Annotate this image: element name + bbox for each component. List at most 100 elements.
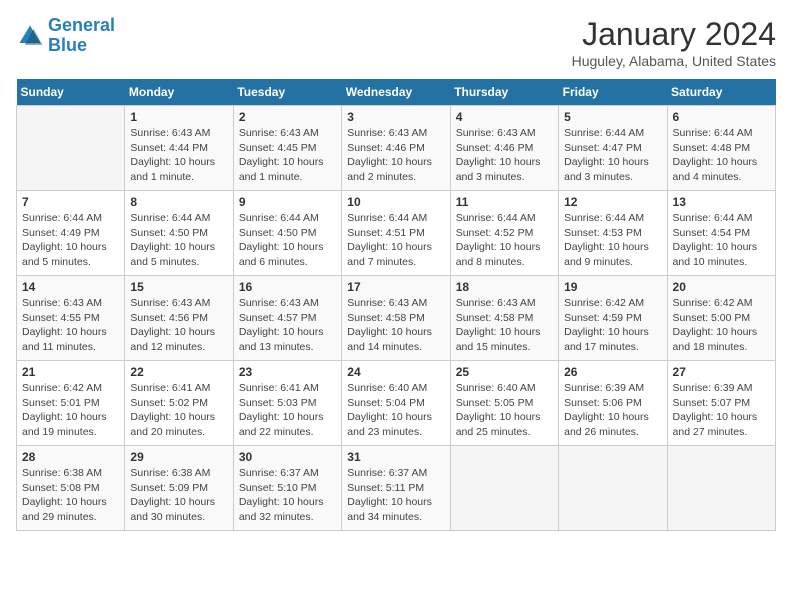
day-number: 28 — [22, 450, 119, 464]
weekday-wednesday: Wednesday — [342, 79, 450, 106]
day-number: 24 — [347, 365, 444, 379]
calendar-cell: 31 Sunrise: 6:37 AMSunset: 5:11 PMDayligh… — [342, 446, 450, 531]
day-number: 27 — [673, 365, 770, 379]
calendar-cell: 15Sunrise: 6:43 AMSunset: 4:56 PMDayligh… — [125, 276, 233, 361]
day-number: 10 — [347, 195, 444, 209]
logo-blue: Blue — [48, 35, 87, 55]
day-number: 5 — [564, 110, 661, 124]
day-number: 4 — [456, 110, 553, 124]
day-number: 19 — [564, 280, 661, 294]
day-info: Sunrise: 6:43 AMSunset: 4:58 PMDaylight:… — [456, 296, 553, 355]
day-info: Sunrise: 6:43 AMSunset: 4:55 PMDaylight:… — [22, 296, 119, 355]
calendar-cell: 7 Sunrise: 6:44 AMSunset: 4:49 PMDaylight… — [17, 191, 125, 276]
location: Huguley, Alabama, United States — [572, 53, 776, 69]
day-info: Sunrise: 6:44 AMSunset: 4:48 PMDaylight:… — [673, 126, 770, 185]
calendar-cell: 17Sunrise: 6:43 AMSunset: 4:58 PMDayligh… — [342, 276, 450, 361]
day-number: 13 — [673, 195, 770, 209]
day-info: Sunrise: 6:43 AMSunset: 4:46 PMDaylight:… — [456, 126, 553, 185]
calendar-cell — [17, 106, 125, 191]
calendar-cell: 25 Sunrise: 6:40 AMSunset: 5:05 PMDayligh… — [450, 361, 558, 446]
weekday-saturday: Saturday — [667, 79, 775, 106]
day-info: Sunrise: 6:43 AMSunset: 4:44 PMDaylight:… — [130, 126, 227, 185]
day-info: Sunrise: 6:44 AMSunset: 4:54 PMDaylight:… — [673, 211, 770, 270]
calendar-cell: 5 Sunrise: 6:44 AMSunset: 4:47 PMDaylight… — [559, 106, 667, 191]
calendar-cell: 19 Sunrise: 6:42 AMSunset: 4:59 PMDayligh… — [559, 276, 667, 361]
calendar-cell: 4 Sunrise: 6:43 AMSunset: 4:46 PMDaylight… — [450, 106, 558, 191]
calendar-cell: 2 Sunrise: 6:43 AMSunset: 4:45 PMDaylight… — [233, 106, 341, 191]
logo-text: General Blue — [48, 16, 115, 56]
day-info: Sunrise: 6:44 AMSunset: 4:53 PMDaylight:… — [564, 211, 661, 270]
logo: General Blue — [16, 16, 115, 56]
day-info: Sunrise: 6:37 AMSunset: 5:10 PMDaylight:… — [239, 466, 336, 525]
day-number: 31 — [347, 450, 444, 464]
calendar-cell: 22Sunrise: 6:41 AMSunset: 5:02 PMDayligh… — [125, 361, 233, 446]
calendar-cell: 9Sunrise: 6:44 AMSunset: 4:50 PMDaylight… — [233, 191, 341, 276]
calendar-week-1: 7 Sunrise: 6:44 AMSunset: 4:49 PMDaylight… — [17, 191, 776, 276]
calendar-week-0: 1 Sunrise: 6:43 AMSunset: 4:44 PMDaylight… — [17, 106, 776, 191]
day-number: 2 — [239, 110, 336, 124]
day-number: 11 — [456, 195, 553, 209]
day-info: Sunrise: 6:44 AMSunset: 4:47 PMDaylight:… — [564, 126, 661, 185]
day-number: 29 — [130, 450, 227, 464]
calendar-body: 1 Sunrise: 6:43 AMSunset: 4:44 PMDaylight… — [17, 106, 776, 531]
day-number: 30 — [239, 450, 336, 464]
day-number: 12 — [564, 195, 661, 209]
calendar-header: Sunday Monday Tuesday Wednesday Thursday… — [17, 79, 776, 106]
calendar-table: Sunday Monday Tuesday Wednesday Thursday… — [16, 79, 776, 531]
day-number: 7 — [22, 195, 119, 209]
day-info: Sunrise: 6:44 AMSunset: 4:52 PMDaylight:… — [456, 211, 553, 270]
day-info: Sunrise: 6:39 AMSunset: 5:07 PMDaylight:… — [673, 381, 770, 440]
calendar-cell: 23Sunrise: 6:41 AMSunset: 5:03 PMDayligh… — [233, 361, 341, 446]
title-area: January 2024 Huguley, Alabama, United St… — [572, 16, 776, 69]
calendar-cell: 11 Sunrise: 6:44 AMSunset: 4:52 PMDayligh… — [450, 191, 558, 276]
weekday-row: Sunday Monday Tuesday Wednesday Thursday… — [17, 79, 776, 106]
calendar-cell — [450, 446, 558, 531]
day-number: 16 — [239, 280, 336, 294]
calendar-cell: 13 Sunrise: 6:44 AMSunset: 4:54 PMDayligh… — [667, 191, 775, 276]
day-info: Sunrise: 6:43 AMSunset: 4:46 PMDaylight:… — [347, 126, 444, 185]
day-number: 25 — [456, 365, 553, 379]
calendar-week-3: 21 Sunrise: 6:42 AMSunset: 5:01 PMDayligh… — [17, 361, 776, 446]
calendar-cell: 16 Sunrise: 6:43 AMSunset: 4:57 PMDayligh… — [233, 276, 341, 361]
weekday-sunday: Sunday — [17, 79, 125, 106]
day-info: Sunrise: 6:42 AMSunset: 5:01 PMDaylight:… — [22, 381, 119, 440]
day-number: 21 — [22, 365, 119, 379]
day-info: Sunrise: 6:43 AMSunset: 4:45 PMDaylight:… — [239, 126, 336, 185]
day-number: 15 — [130, 280, 227, 294]
day-info: Sunrise: 6:44 AMSunset: 4:49 PMDaylight:… — [22, 211, 119, 270]
day-info: Sunrise: 6:40 AMSunset: 5:05 PMDaylight:… — [456, 381, 553, 440]
day-info: Sunrise: 6:41 AMSunset: 5:03 PMDaylight:… — [239, 381, 336, 440]
day-number: 22 — [130, 365, 227, 379]
day-number: 6 — [673, 110, 770, 124]
day-info: Sunrise: 6:43 AMSunset: 4:57 PMDaylight:… — [239, 296, 336, 355]
calendar-cell: 21 Sunrise: 6:42 AMSunset: 5:01 PMDayligh… — [17, 361, 125, 446]
day-info: Sunrise: 6:38 AMSunset: 5:08 PMDaylight:… — [22, 466, 119, 525]
day-info: Sunrise: 6:44 AMSunset: 4:50 PMDaylight:… — [130, 211, 227, 270]
calendar-cell: 20Sunrise: 6:42 AMSunset: 5:00 PMDayligh… — [667, 276, 775, 361]
calendar-cell — [559, 446, 667, 531]
day-info: Sunrise: 6:42 AMSunset: 5:00 PMDaylight:… — [673, 296, 770, 355]
calendar-cell: 26Sunrise: 6:39 AMSunset: 5:06 PMDayligh… — [559, 361, 667, 446]
calendar-cell: 27 Sunrise: 6:39 AMSunset: 5:07 PMDayligh… — [667, 361, 775, 446]
calendar-cell: 24Sunrise: 6:40 AMSunset: 5:04 PMDayligh… — [342, 361, 450, 446]
day-number: 1 — [130, 110, 227, 124]
logo-icon — [16, 22, 44, 50]
day-info: Sunrise: 6:37 AMSunset: 5:11 PMDaylight:… — [347, 466, 444, 525]
day-info: Sunrise: 6:39 AMSunset: 5:06 PMDaylight:… — [564, 381, 661, 440]
day-info: Sunrise: 6:38 AMSunset: 5:09 PMDaylight:… — [130, 466, 227, 525]
weekday-monday: Monday — [125, 79, 233, 106]
day-number: 9 — [239, 195, 336, 209]
day-number: 3 — [347, 110, 444, 124]
calendar-cell: 12 Sunrise: 6:44 AMSunset: 4:53 PMDayligh… — [559, 191, 667, 276]
day-info: Sunrise: 6:42 AMSunset: 4:59 PMDaylight:… — [564, 296, 661, 355]
calendar-cell: 18 Sunrise: 6:43 AMSunset: 4:58 PMDayligh… — [450, 276, 558, 361]
calendar-cell: 1 Sunrise: 6:43 AMSunset: 4:44 PMDaylight… — [125, 106, 233, 191]
calendar-cell: 3 Sunrise: 6:43 AMSunset: 4:46 PMDaylight… — [342, 106, 450, 191]
weekday-thursday: Thursday — [450, 79, 558, 106]
day-number: 8 — [130, 195, 227, 209]
calendar-cell — [667, 446, 775, 531]
day-info: Sunrise: 6:43 AMSunset: 4:58 PMDaylight:… — [347, 296, 444, 355]
day-number: 14 — [22, 280, 119, 294]
day-number: 18 — [456, 280, 553, 294]
calendar-cell: 10Sunrise: 6:44 AMSunset: 4:51 PMDayligh… — [342, 191, 450, 276]
